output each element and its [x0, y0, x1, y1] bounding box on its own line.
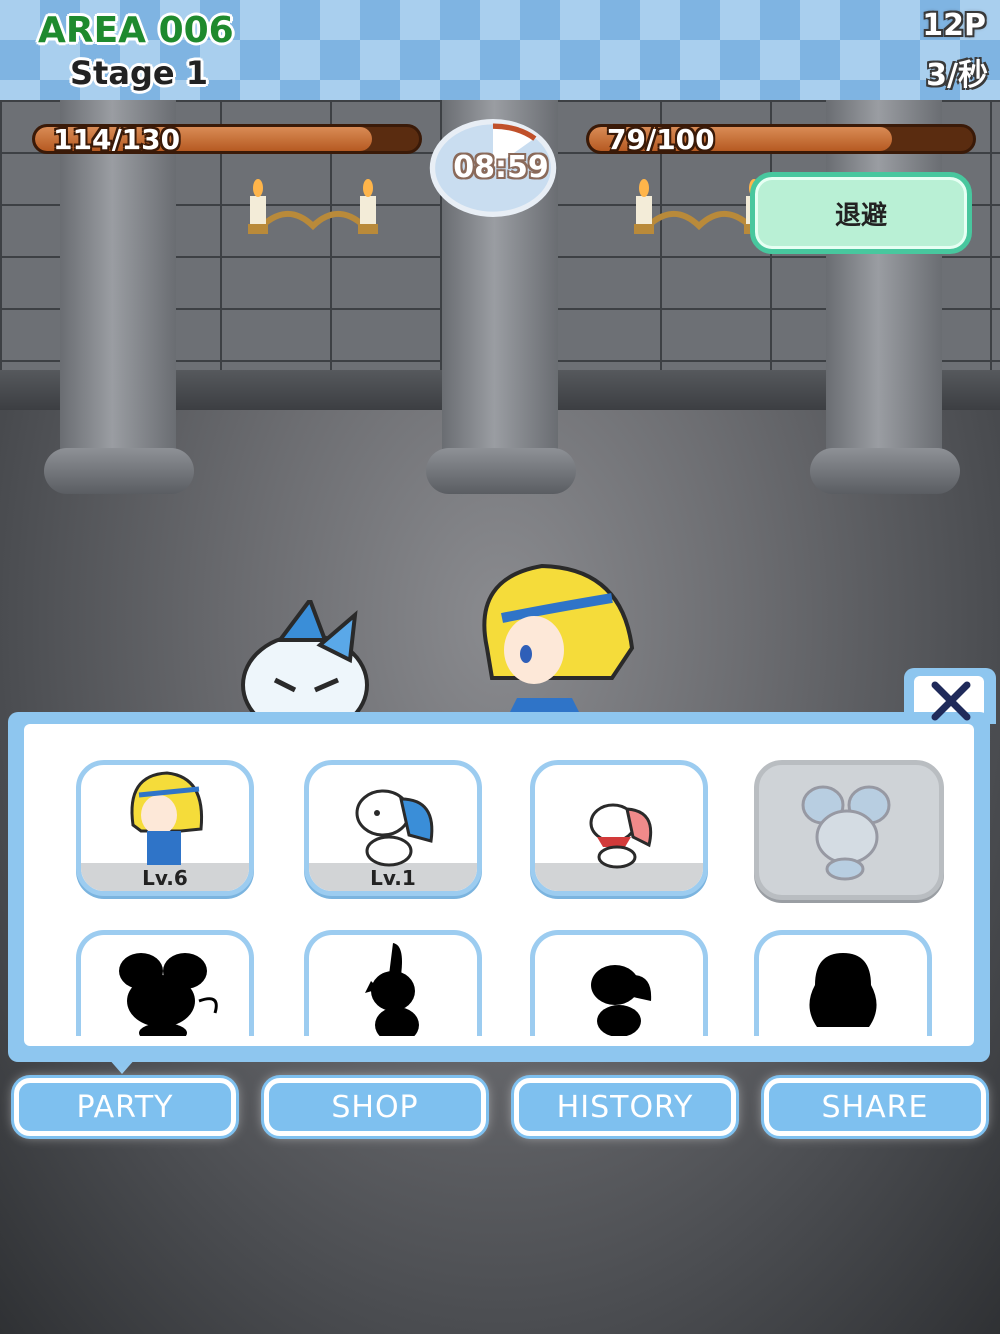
- silhouette-beast-icon: [591, 965, 652, 1036]
- party-slot-2[interactable]: Lv.1: [304, 760, 482, 896]
- slot-level: [759, 865, 939, 895]
- silhouette-mouse-icon: [119, 953, 218, 1036]
- candelabra-icon: [634, 179, 764, 234]
- white-blue-creature-icon: [355, 789, 434, 867]
- battle-timer: 08:59: [453, 150, 549, 185]
- escape-button[interactable]: 退避: [750, 172, 972, 254]
- party-panel-content: Lv.6 Lv.1: [24, 724, 974, 1046]
- silhouette-rabbit-icon: [365, 943, 419, 1036]
- party-slot-1[interactable]: Lv.6: [76, 760, 254, 896]
- enemy-creature: [241, 600, 369, 720]
- party-slot-6[interactable]: [304, 930, 482, 1036]
- close-panel-button[interactable]: [920, 676, 982, 726]
- party-slot-3[interactable]: [530, 760, 708, 896]
- slot-level: Lv.6: [142, 866, 188, 890]
- nav-history-button[interactable]: HISTORY: [514, 1078, 736, 1136]
- pillar-right: [826, 100, 942, 460]
- blonde-hero-icon: [130, 771, 204, 865]
- white-red-creature-icon: [589, 803, 653, 869]
- party-slot-8[interactable]: [754, 930, 932, 1036]
- close-icon: [931, 681, 971, 721]
- slot-level: Lv.1: [370, 866, 416, 890]
- hero-character: [482, 563, 635, 718]
- nav-shop-button[interactable]: SHOP: [264, 1078, 486, 1136]
- player-hp-bar: 114/130: [32, 124, 422, 154]
- pillar-base-right: [810, 448, 960, 494]
- stage-title: Stage 1: [70, 54, 208, 92]
- enemy-hp-bar: 79/100: [586, 124, 976, 154]
- area-title: AREA 006: [38, 10, 234, 51]
- candelabra-icon: [248, 179, 378, 234]
- pillar-base-center: [426, 448, 576, 494]
- points-rate: 3/秒: [926, 58, 988, 93]
- points-counter: 12P: [922, 8, 986, 43]
- panel-pointer: [108, 1058, 136, 1074]
- party-slot-7[interactable]: [530, 930, 708, 1036]
- pillar-left: [60, 100, 176, 460]
- party-panel: Lv.6 Lv.1: [8, 712, 990, 1062]
- nav-party-button[interactable]: PARTY: [14, 1078, 236, 1136]
- slot-level: [535, 861, 703, 891]
- player-hp-text: 114/130: [53, 124, 181, 154]
- header-bar: AREA 006 Stage 1 12P 3/秒: [0, 0, 1000, 100]
- party-slot-4-locked[interactable]: [754, 760, 944, 900]
- enemy-hp-text: 79/100: [607, 124, 715, 154]
- party-slot-5[interactable]: [76, 930, 254, 1036]
- nav-share-button[interactable]: SHARE: [764, 1078, 986, 1136]
- pillar-base-left: [44, 448, 194, 494]
- silhouette-blob-icon: [809, 953, 877, 1027]
